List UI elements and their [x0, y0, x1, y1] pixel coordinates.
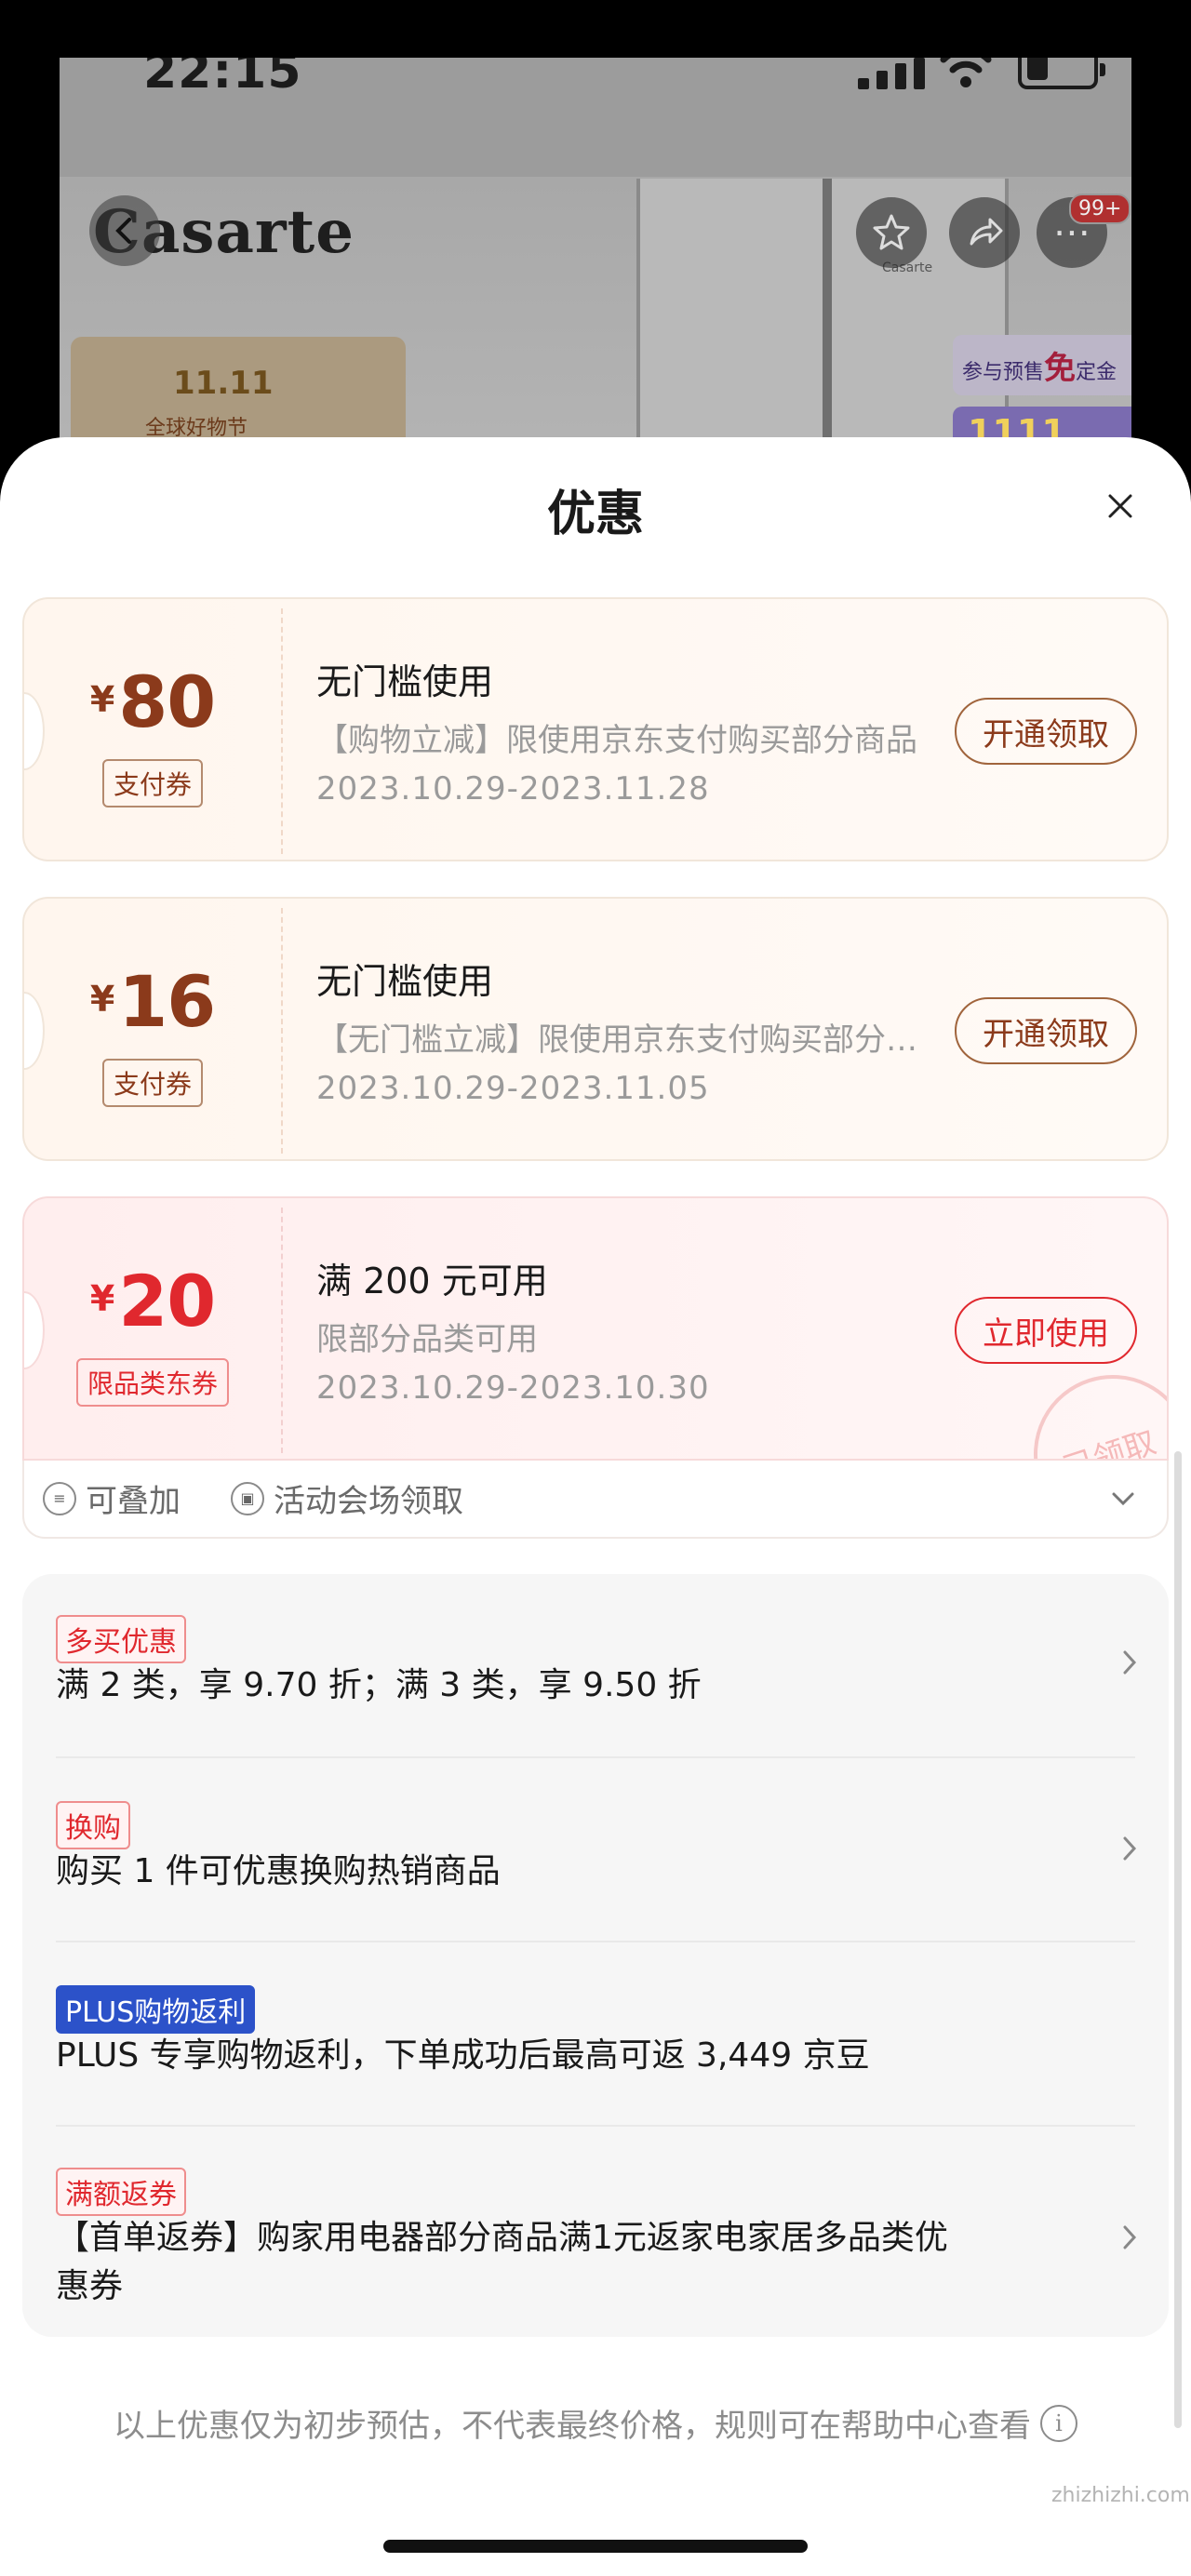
chevron-right-icon — [1123, 1836, 1137, 1861]
star-icon — [873, 214, 910, 250]
cellular-signal-icon — [858, 58, 925, 89]
coupon-type-badge: 支付券 — [101, 1059, 204, 1107]
offer-text: 满 2 类，享 9.70 折；满 3 类，享 9.50 折 — [56, 1666, 702, 1704]
coupon-title: 无门槛使用 — [316, 661, 494, 702]
offer-text: 【首单返券】购家用电器部分商品满1元返家电家居多品类优惠券 — [56, 2219, 948, 2305]
share-icon — [970, 218, 1003, 246]
home-indicator[interactable] — [383, 2540, 808, 2553]
coupon-date-range: 2023.10.29-2023.11.28 — [316, 770, 710, 808]
coupon-date-range: 2023.10.29-2023.11.05 — [316, 1070, 710, 1107]
background-product-page: 22:15 Casarte Casarte ⋯ 99+ 11.11 全球好物节 … — [60, 58, 1131, 448]
offer-row-trade-in[interactable]: 换购 购买 1 件可优惠换购热销商品 — [22, 1758, 1169, 1942]
offer-row-multi-buy[interactable]: 多买优惠 满 2 类，享 9.70 折；满 3 类，享 9.50 折 — [22, 1574, 1169, 1758]
wifi-icon — [940, 58, 992, 87]
coupon-amount: ¥80 — [89, 661, 216, 743]
coupon-type-badge: 限品类东券 — [75, 1358, 230, 1407]
coupon-description: 【购物立减】限使用京东支付购买部分商品 — [316, 722, 917, 759]
offer-row-coupon-return[interactable]: 满额返券 【首单返券】购家用电器部分商品满1元返家电家居多品类优惠券 — [22, 2127, 1169, 2337]
offer-tag: PLUS购物返利 — [56, 1985, 256, 2034]
chevron-left-icon — [115, 218, 131, 244]
promo-banner-1111: 11.11 全球好物节 — [71, 337, 406, 448]
chevron-down-icon[interactable] — [1109, 1485, 1137, 1513]
offer-text: 购买 1 件可优惠换购热销商品 — [56, 1852, 501, 1890]
coupon-description: 【无门槛立减】限使用京东支付购买部分商品 — [316, 1021, 930, 1059]
claimed-stamp: 已领取 — [1012, 1354, 1167, 1459]
coupon-tags-row[interactable]: ≡ 可叠加 ▣ 活动会场领取 — [22, 1461, 1169, 1539]
coupon-title: 无门槛使用 — [316, 961, 494, 1002]
back-button[interactable] — [89, 195, 160, 266]
offer-tag: 换购 — [56, 1801, 130, 1849]
coupon-type-badge: 支付券 — [101, 759, 204, 808]
coupon-card: ¥80 支付券 无门槛使用 【购物立减】限使用京东支付购买部分商品 2023.1… — [22, 597, 1169, 861]
stack-icon: ≡ — [43, 1481, 76, 1515]
sheet-title: 优惠 — [546, 487, 644, 542]
activate-claim-button[interactable]: 开通领取 — [955, 698, 1137, 765]
coupon-card: ¥16 支付券 无门槛使用 【无门槛立减】限使用京东支付购买部分商品 2023.… — [22, 897, 1169, 1161]
close-button[interactable] — [1098, 484, 1143, 528]
coupon-amount: ¥20 — [89, 1260, 216, 1342]
use-now-button[interactable]: 立即使用 — [955, 1297, 1137, 1364]
info-icon[interactable]: i — [1040, 2404, 1077, 2442]
offer-tag: 满额返券 — [56, 2168, 186, 2216]
promo-banner-presale: 参与预售免定金 1111 — [953, 335, 1131, 448]
notification-badge: 99+ — [1069, 194, 1131, 224]
ticket-icon: ▣ — [231, 1481, 264, 1515]
share-button[interactable] — [949, 197, 1020, 268]
offer-row-plus-rebate: PLUS购物返利 PLUS 专享购物返利，下单成功后最高可返 3,449 京豆 — [22, 1942, 1169, 2127]
coupon-amount: ¥16 — [89, 960, 216, 1043]
activate-claim-button[interactable]: 开通领取 — [955, 997, 1137, 1064]
status-bar: 22:15 — [60, 58, 1131, 179]
coupon-description: 限部分品类可用 — [316, 1321, 538, 1358]
chevron-right-icon — [1123, 2225, 1137, 2249]
venue-tag: ▣ 活动会场领取 — [231, 1475, 463, 1521]
favorite-button[interactable] — [856, 197, 927, 268]
discount-sheet: 优惠 ¥80 支付券 无门槛使用 【购物立减】限使用京东支付购买部分商品 202… — [0, 437, 1191, 2576]
disclaimer-note: 以上优惠仅为初步预估，不代表最终价格，规则可在帮助中心查看 i — [0, 2400, 1191, 2446]
offer-text: PLUS 专享购物返利，下单成功后最高可返 3,449 京豆 — [56, 2036, 870, 2075]
offers-panel: 多买优惠 满 2 类，享 9.70 折；满 3 类，享 9.50 折 换购 购买… — [22, 1574, 1169, 2337]
battery-icon — [1018, 58, 1105, 89]
stackable-tag: ≡ 可叠加 — [43, 1475, 181, 1521]
coupon-card: ¥20 限品类东券 满 200 元可用 限部分品类可用 2023.10.29-2… — [22, 1196, 1169, 1461]
watermark: zhizhizhi.com — [1051, 2484, 1190, 2507]
close-icon — [1108, 494, 1132, 518]
chevron-right-icon — [1123, 1650, 1137, 1675]
scrollbar[interactable] — [1174, 1451, 1182, 2428]
coupon-date-range: 2023.10.29-2023.10.30 — [316, 1369, 710, 1407]
offer-tag: 多买优惠 — [56, 1615, 186, 1663]
status-time: 22:15 — [143, 58, 302, 100]
coupon-title: 满 200 元可用 — [316, 1261, 548, 1301]
